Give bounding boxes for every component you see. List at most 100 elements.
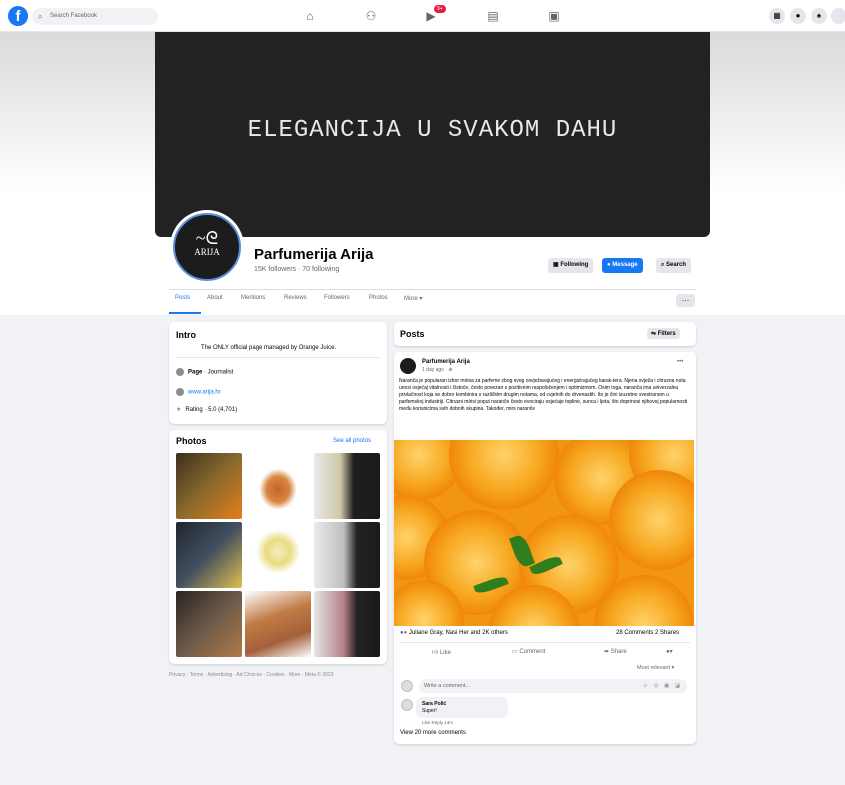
comment-placeholder: Write a comment... [424,683,471,689]
search-placeholder: Search Facebook [50,13,98,19]
post-stats[interactable]: 28 Comments 2 Shares [616,630,679,636]
comment-author[interactable]: Sara Polić [422,701,446,707]
marketplace-icon[interactable]: ▤ [486,9,500,23]
tab-followers[interactable]: Followers [324,295,350,301]
tab-more[interactable]: More ▾ [404,295,422,302]
perfume-swirl-logo-icon: ~ᘓ [195,228,219,248]
comment-label: Comment [519,649,546,655]
tab-photos[interactable]: Photos [369,295,388,301]
footer-links[interactable]: Privacy · Terms · Advertising · Ad Choic… [169,672,333,678]
see-all-photos-link[interactable]: See all photos [333,438,371,444]
post-time[interactable]: 1 day ago · ⊕ [422,367,453,373]
messenger-icon[interactable]: ● [790,8,806,24]
tab-mentions[interactable]: Mentions [241,295,265,301]
profile-avatar[interactable]: ~ᘓ ARIJA [170,210,244,284]
following-label: Following [560,262,589,268]
notifications-bell-icon[interactable]: ♠ [811,8,827,24]
reactions-summary[interactable]: ●● Juliane Gray, Nasi Her and 2K others [400,630,508,636]
search-icon: ⌕ [38,12,43,21]
filters-button[interactable]: ⇋ Filters [647,328,680,339]
post-card: Parfumerija Arija 1 day ago · ⊕ ••• Nara… [394,352,696,744]
following-button[interactable]: ▣ Following [548,258,594,273]
message-label: Message [612,262,638,268]
intro-title: Intro [176,330,196,340]
tab-reviews[interactable]: Reviews [284,295,307,301]
home-icon[interactable]: ⌂ [303,9,317,23]
rating: ★ Rating · 5.0 (4,701) [176,406,237,413]
photos-title: Photos [176,436,207,446]
friends-icon[interactable]: ⚇ [364,9,378,23]
photo-thumbnail[interactable] [176,591,242,657]
photo-thumbnail[interactable] [245,591,311,657]
follower-count[interactable]: 15K followers · 70 following [254,266,339,273]
share-label: Share [610,649,627,655]
post-text: Naranča je popularan izbor mirisa za par… [399,378,688,412]
profile-header: ELEGANCIJA U SVAKOM DAHU ~ᘓ ARIJA Parfum… [0,32,845,315]
intro-divider [176,357,380,358]
post-author[interactable]: Parfumerija Arija [422,359,470,365]
website-link[interactable]: www.arija.hr [176,388,221,396]
audience-selector[interactable]: ●▾ [666,648,673,655]
current-user-avatar [401,680,413,692]
photo-thumbnail[interactable] [314,522,380,588]
header-divider [169,289,696,290]
gaming-icon[interactable]: ▣ [547,9,561,23]
message-button[interactable]: ● Message [602,258,643,273]
comment-bubble: Sara Polić Super! [416,697,508,718]
like-button[interactable]: 👍︎ Like [432,648,451,656]
post-author-avatar[interactable] [400,358,416,374]
rating-text: Rating · 5.0 (4,701) [185,407,238,413]
share-icon: ➦ [604,649,611,655]
website-text: www.arija.hr [188,389,221,396]
photo-thumbnail[interactable] [314,453,380,519]
view-more-comments[interactable]: View 20 more comments [400,730,466,736]
cover-photo[interactable]: ELEGANCIJA U SVAKOM DAHU [155,32,710,237]
post-options-icon[interactable]: ••• [677,359,683,365]
photo-thumbnail[interactable] [176,453,242,519]
intro-card: Intro The ONLY official page managed by … [169,322,387,424]
more-options-button[interactable]: … [676,294,695,307]
page-type: Page · Journalist [176,368,233,376]
thumbs-up-icon: 👍︎ [432,650,440,656]
share-button[interactable]: ➦ Share [604,648,627,655]
filter-icon: ⇋ [651,331,658,337]
most-relevant-filter[interactable]: Most relevant ▾ [637,665,674,671]
active-tab-indicator [169,312,201,314]
search-page-button[interactable]: ⌕ Search [656,258,692,273]
search-input[interactable]: ⌕ Search Facebook [32,8,158,25]
comment-button[interactable]: ▭ Comment [512,648,545,655]
page-type-label: Page [188,369,203,376]
account-avatar[interactable] [831,8,845,24]
posts-title: Posts [400,329,425,339]
avatar-text: ARIJA [194,247,220,257]
photo-thumbnail[interactable] [245,453,311,519]
intro-bio: The ONLY official page managed by Orange… [201,345,337,351]
photo-thumbnail[interactable] [176,522,242,588]
like-label: Like [439,650,451,656]
emoji-camera-gif-sticker-icons[interactable]: ☺ ◎ ▣ ◪ [643,679,682,693]
photo-thumbnail[interactable] [245,522,311,588]
filters-label: Filters [657,331,676,337]
posts-header: Posts ⇋ Filters [394,322,696,346]
info-icon [176,368,184,376]
page-name: Parfumerija Arija [254,246,374,263]
notification-badge: 9+ [434,5,446,13]
post-image-oranges[interactable] [394,440,694,626]
menu-grid-icon[interactable]: ▦ [769,8,785,24]
stats-divider [400,642,690,643]
search-label: Search [666,262,687,268]
love-reaction-icon: ● [403,630,408,636]
commenter-avatar[interactable] [401,699,413,711]
tab-about[interactable]: About [207,295,223,301]
facebook-logo[interactable]: f [8,6,28,26]
comment-text: Super! [422,708,437,714]
comment-actions[interactable]: Like Reply 14m [422,720,453,725]
comment-input[interactable]: Write a comment... ☺ ◎ ▣ ◪ [419,679,687,693]
tab-posts[interactable]: Posts [175,295,190,301]
photos-card: Photos See all photos [169,430,387,664]
globe-icon [176,388,184,396]
photo-thumbnail[interactable] [314,591,380,657]
page-category: · Journalist [202,369,234,376]
top-navigation-bar: f ⌕ Search Facebook ⌂ ⚇ ▶ 9+ ▤ ▣ ▦ ● ♠ [0,0,845,32]
reactions-text: Juliane Gray, Nasi Her and 2K others [408,630,508,636]
